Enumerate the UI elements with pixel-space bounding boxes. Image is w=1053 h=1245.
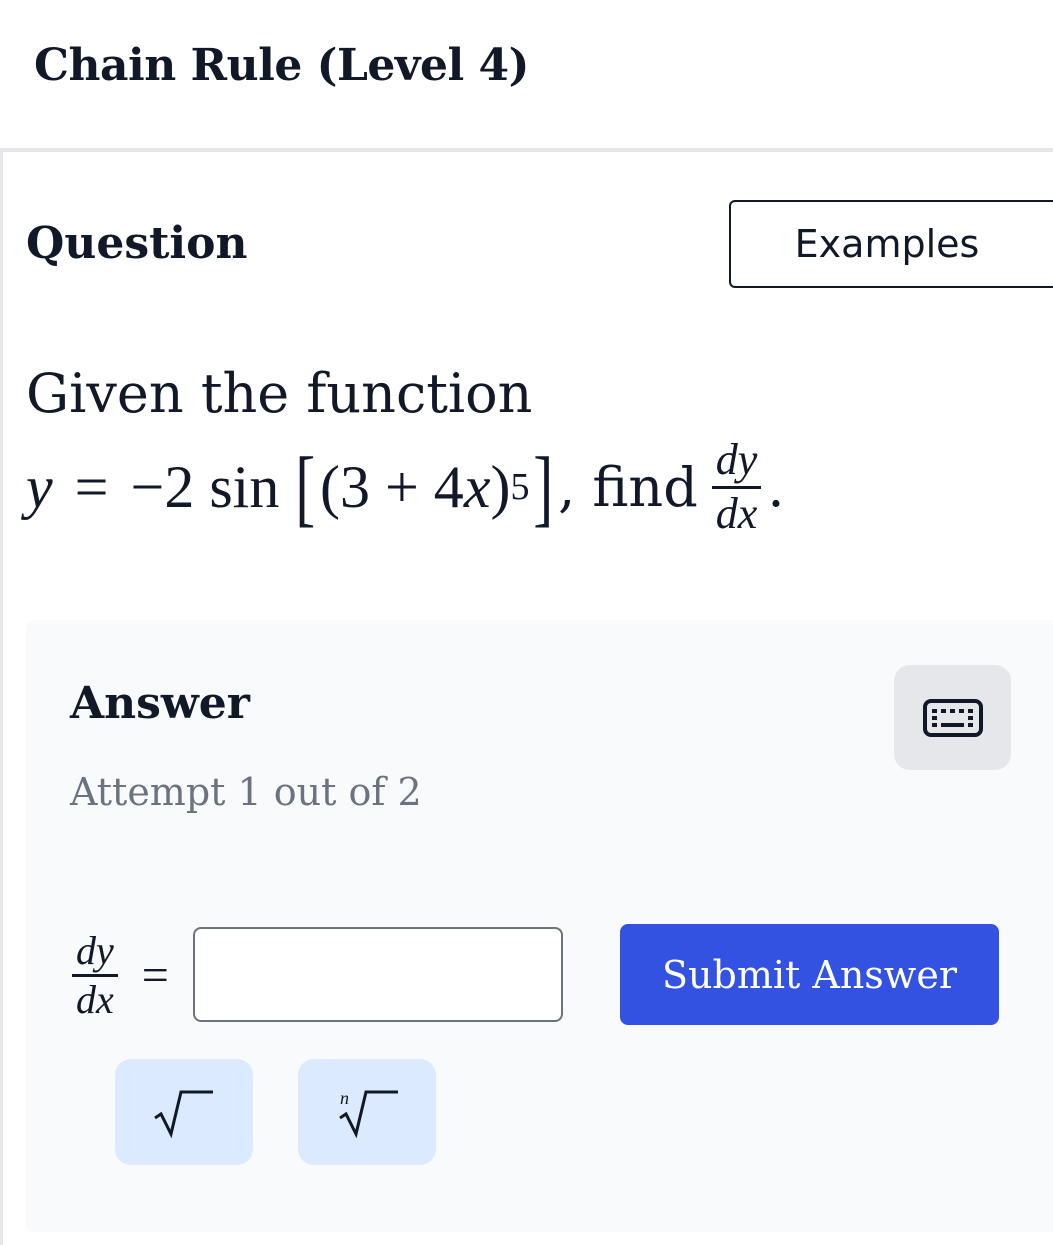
math-power: 5 — [510, 466, 530, 508]
keyboard-icon — [922, 698, 983, 737]
frac-denominator: dx — [715, 488, 758, 538]
math-y: y — [26, 453, 53, 520]
answer-input[interactable] — [193, 927, 563, 1022]
math-equals: = — [74, 453, 109, 520]
examples-button[interactable]: Examples — [729, 200, 1053, 288]
answer-heading: Answer — [70, 678, 250, 729]
math-inner: (3 + 4 — [319, 453, 464, 520]
math-open-bracket: [ — [295, 439, 316, 535]
attempt-counter: Attempt 1 out of 2 — [70, 770, 422, 814]
find-text: , find — [558, 455, 698, 519]
submit-answer-button[interactable]: Submit Answer — [620, 924, 999, 1025]
question-heading: Question — [26, 218, 248, 269]
derivative-fraction: dy dx — [711, 435, 762, 538]
answer-frac-denominator: dx — [76, 976, 114, 1022]
math-coefficient: −2 sin — [130, 453, 280, 520]
answer-equals: = — [141, 948, 169, 1002]
frac-numerator: dy — [715, 435, 758, 485]
keyboard-toggle-button[interactable] — [894, 665, 1011, 770]
answer-derivative-fraction: dy dx — [72, 927, 118, 1022]
question-equation: y = −2 sin [ (3 + 4 x) 5 ] , find dy dx . — [26, 432, 784, 542]
answer-frac-numerator: dy — [76, 927, 114, 973]
math-close-bracket: ] — [533, 439, 554, 535]
math-close-paren: ) — [490, 453, 511, 520]
page-header: Chain Rule (Level 4) — [0, 0, 1053, 152]
nth-root-button[interactable]: n — [298, 1059, 436, 1165]
answer-label: dy dx = — [72, 927, 169, 1022]
math-x: x — [463, 453, 491, 520]
square-root-icon — [154, 1090, 213, 1139]
nroot-index-label: n — [340, 1088, 349, 1108]
nth-root-icon: n — [339, 1088, 398, 1139]
question-intro: Given the function — [26, 362, 533, 425]
page-title: Chain Rule (Level 4) — [34, 40, 529, 91]
math-period: . — [767, 455, 785, 519]
square-root-button[interactable] — [115, 1059, 253, 1165]
